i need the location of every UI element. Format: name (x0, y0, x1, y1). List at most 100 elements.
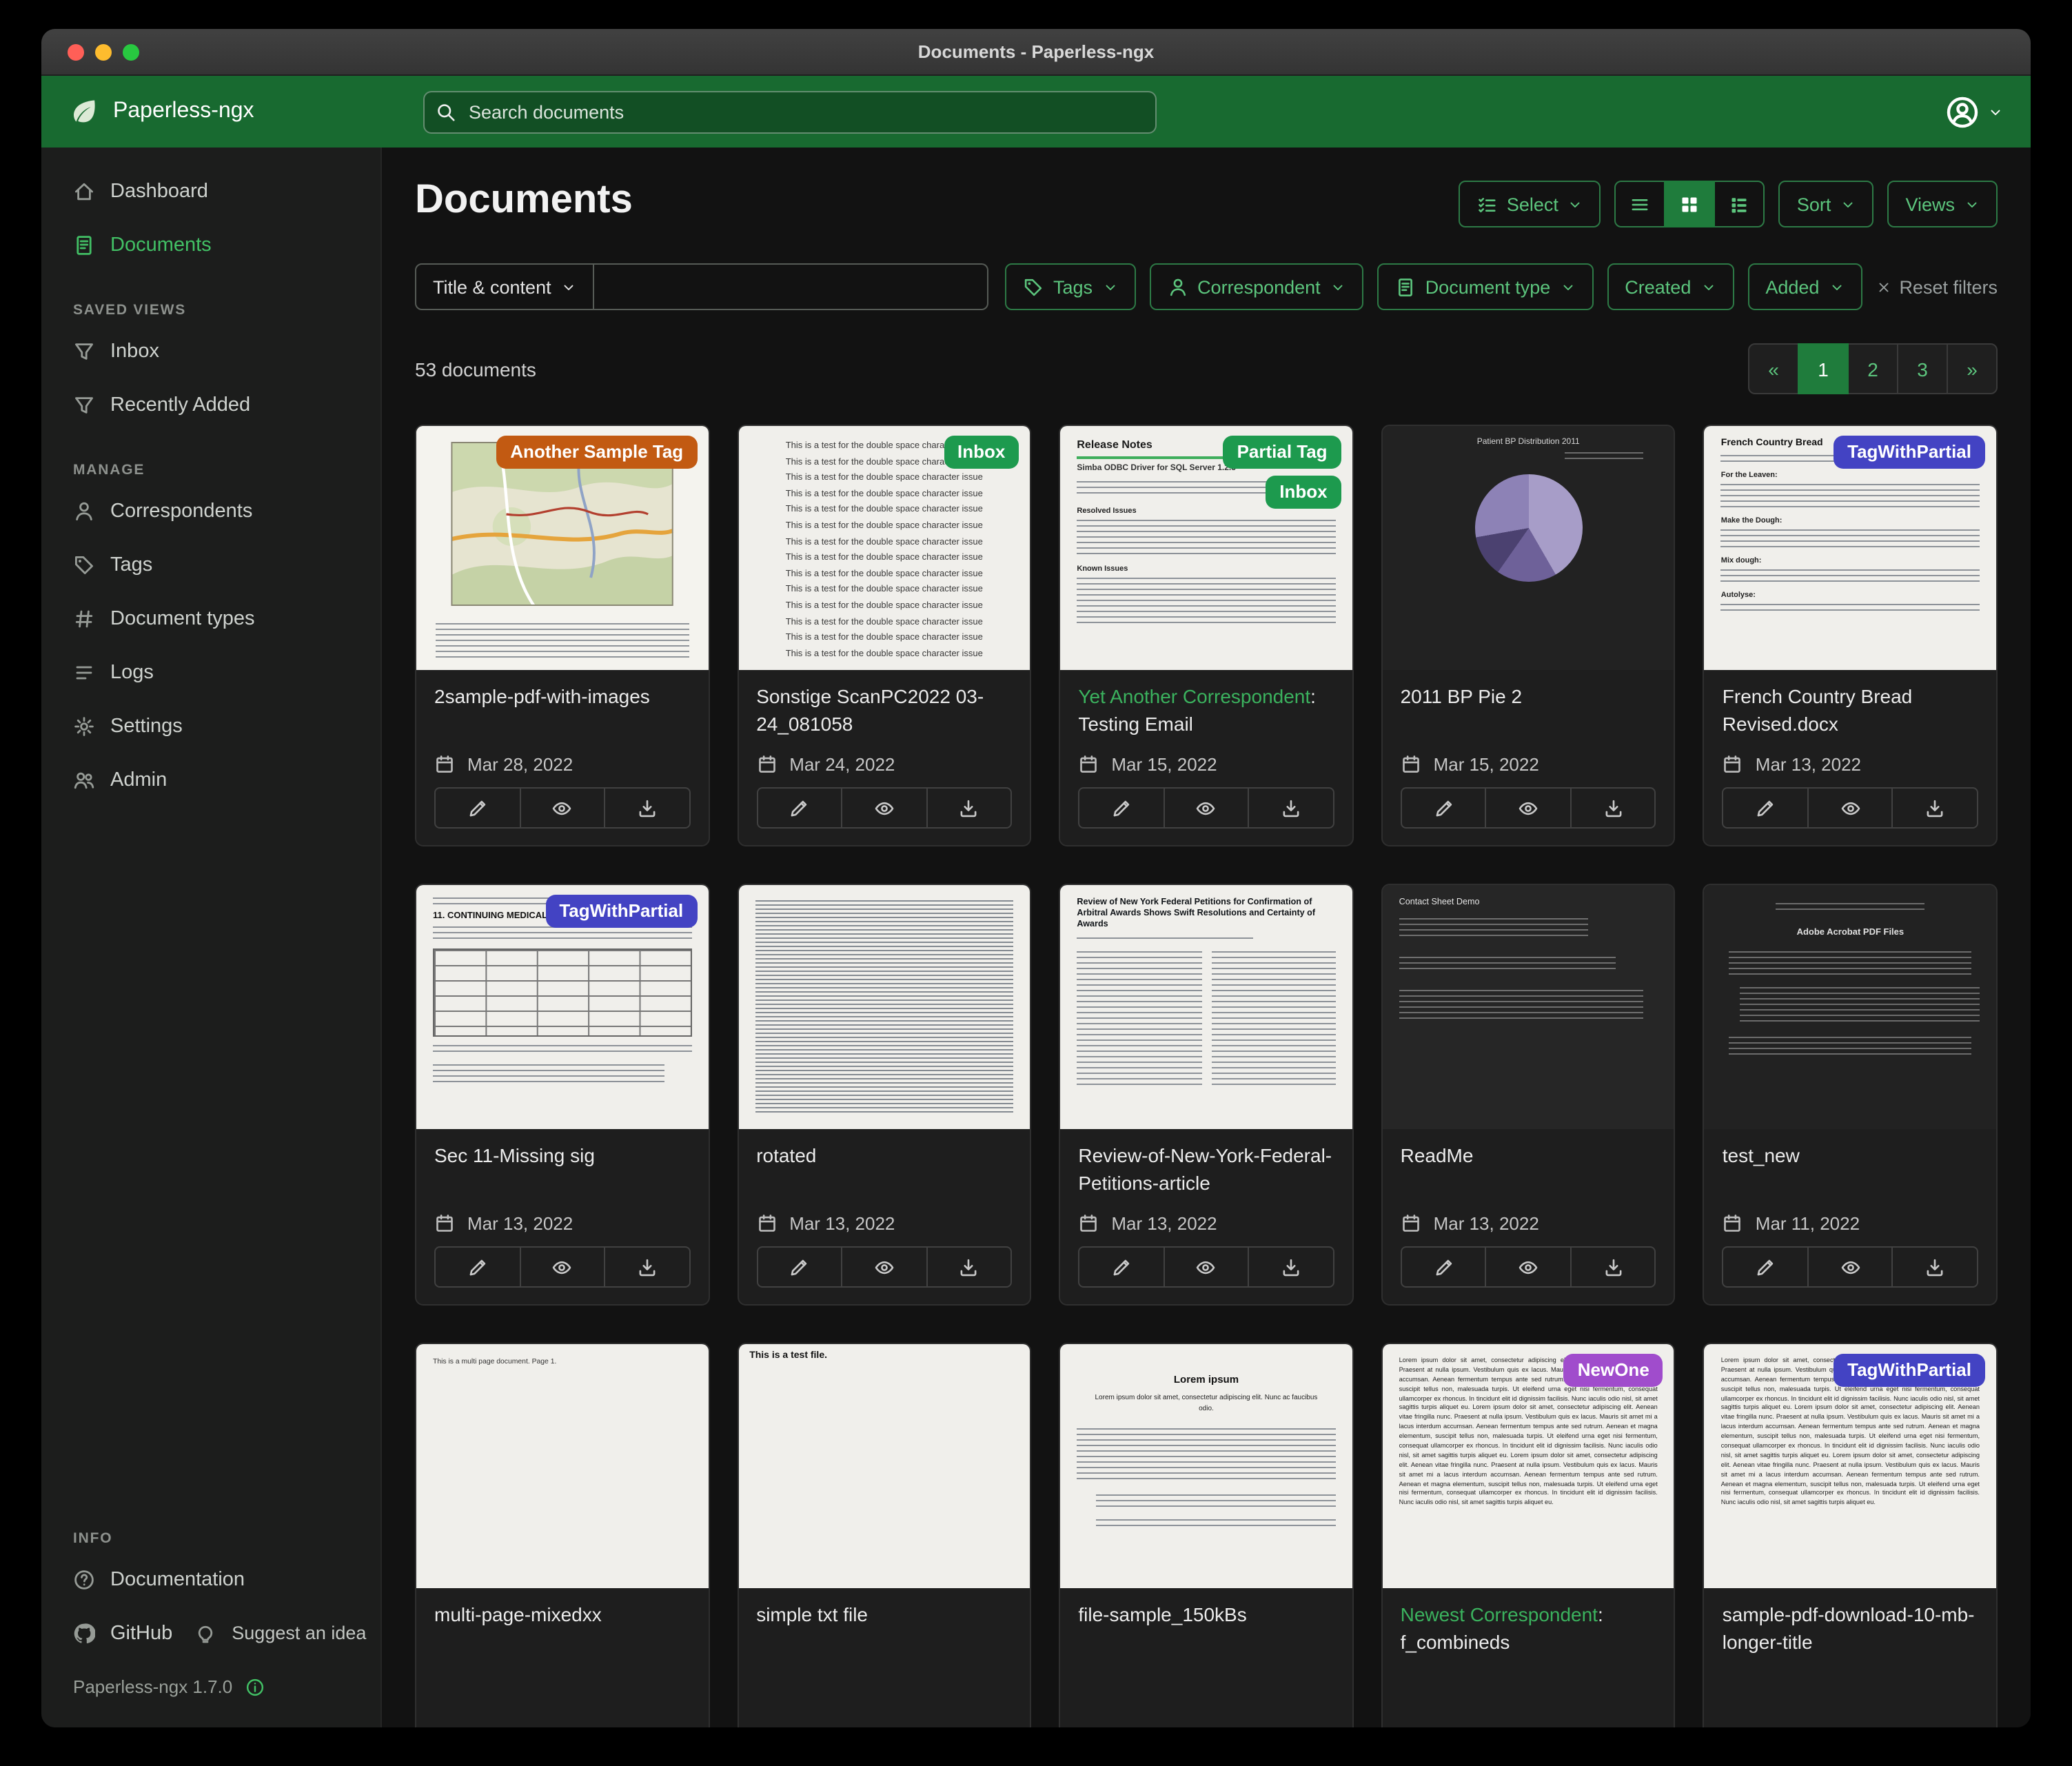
document-card[interactable]: Review of New York Federal Petitions for… (1059, 884, 1353, 1306)
document-title[interactable]: multi-page-mixedxx (434, 1602, 690, 1629)
document-title[interactable]: Sonstige ScanPC2022 03-24_081058 (756, 684, 1012, 738)
view-button[interactable] (1485, 787, 1572, 829)
tag-chip[interactable]: Inbox (1266, 476, 1341, 509)
document-thumbnail[interactable] (738, 885, 1030, 1129)
download-button[interactable] (1570, 1246, 1656, 1288)
view-button[interactable] (1807, 1246, 1893, 1288)
zoom-window-button[interactable] (123, 43, 139, 60)
view-button[interactable] (1485, 1246, 1572, 1288)
sidebar-item-tags[interactable]: Tags (41, 538, 380, 591)
document-correspondent[interactable]: Newest Correspondent (1401, 1603, 1598, 1625)
correspondent-filter-button[interactable]: Correspondent (1149, 263, 1363, 310)
document-title[interactable]: ReadMe (1401, 1143, 1656, 1170)
document-type-filter-button[interactable]: Document type (1377, 263, 1594, 310)
document-title[interactable]: test_new (1723, 1143, 1978, 1170)
grid-view-button[interactable] (1665, 181, 1716, 227)
document-title[interactable]: Newest Correspondent: f_combineds (1401, 1602, 1656, 1656)
edit-button[interactable] (756, 787, 842, 829)
tag-chip[interactable]: Another Sample Tag (496, 436, 697, 469)
minimize-window-button[interactable] (95, 43, 112, 60)
download-button[interactable] (604, 787, 690, 829)
tag-chip[interactable]: TagWithPartial (1834, 436, 1985, 469)
document-thumbnail[interactable]: This is a multi page document. Page 1. (416, 1344, 708, 1588)
title-content-dropdown[interactable]: Title & content (415, 263, 594, 310)
created-filter-button[interactable]: Created (1607, 263, 1734, 310)
document-thumbnail[interactable]: Contact Sheet Demo (1383, 885, 1674, 1129)
tag-chip[interactable]: Inbox (944, 436, 1019, 469)
document-correspondent[interactable]: Yet Another Correspondent (1078, 685, 1310, 707)
edit-button[interactable] (434, 787, 520, 829)
page-next-button[interactable]: » (1947, 343, 1998, 394)
select-button[interactable]: Select (1459, 181, 1601, 227)
sidebar-item-inbox[interactable]: Inbox (41, 324, 380, 378)
download-button[interactable] (926, 1246, 1012, 1288)
close-window-button[interactable] (68, 43, 84, 60)
download-button[interactable] (1248, 787, 1334, 829)
sidebar-item-document-types[interactable]: Document types (41, 591, 380, 645)
edit-button[interactable] (434, 1246, 520, 1288)
document-card[interactable]: Partial TagInbox Release Notes Simba ODB… (1059, 425, 1353, 846)
document-title[interactable]: 2sample-pdf-with-images (434, 684, 690, 711)
document-title[interactable]: simple txt file (756, 1602, 1012, 1629)
added-filter-button[interactable]: Added (1747, 263, 1862, 310)
edit-button[interactable] (1078, 787, 1164, 829)
info-icon[interactable] (245, 1677, 264, 1696)
view-button[interactable] (519, 1246, 605, 1288)
document-card[interactable]: This is a multi page document. Page 1. mu… (415, 1343, 709, 1727)
tag-chip[interactable]: Partial Tag (1223, 436, 1341, 469)
user-menu[interactable] (1945, 94, 2003, 129)
document-card[interactable]: TagWithPartialLorem ipsum dolor sit amet… (1703, 1343, 1998, 1727)
page-prev-button[interactable]: « (1748, 343, 1799, 394)
page-button-2[interactable]: 2 (1847, 343, 1898, 394)
document-card[interactable]: Patient BP Distribution 2011 2011 BP Pie… (1381, 425, 1676, 846)
edit-button[interactable] (1723, 787, 1809, 829)
document-card[interactable]: InboxThis is a test for the double space… (737, 425, 1031, 846)
tag-chip[interactable]: NewOne (1564, 1354, 1663, 1387)
edit-button[interactable] (1078, 1246, 1164, 1288)
document-card[interactable]: Lorem ipsum Lorem ipsum dolor sit amet, … (1059, 1343, 1353, 1727)
page-button-3[interactable]: 3 (1897, 343, 1948, 394)
download-button[interactable] (1570, 787, 1656, 829)
sidebar-item-settings[interactable]: Settings (41, 699, 380, 753)
document-thumbnail[interactable]: Patient BP Distribution 2011 (1383, 426, 1674, 670)
document-title[interactable]: file-sample_150kBs (1078, 1602, 1334, 1629)
edit-button[interactable] (1401, 1246, 1487, 1288)
tags-filter-button[interactable]: Tags (1005, 263, 1135, 310)
document-title[interactable]: Sec 11-Missing sig (434, 1143, 690, 1170)
download-button[interactable] (926, 787, 1012, 829)
search-input[interactable] (423, 90, 1157, 133)
document-thumbnail[interactable]: Review of New York Federal Petitions for… (1060, 885, 1352, 1129)
document-card[interactable]: TagWithPartial 11. CONTINUING MEDICAL ED… (415, 884, 709, 1306)
download-button[interactable] (1892, 1246, 1978, 1288)
tag-chip[interactable]: TagWithPartial (1834, 1354, 1985, 1387)
edit-button[interactable] (756, 1246, 842, 1288)
document-thumbnail[interactable]: Lorem ipsum Lorem ipsum dolor sit amet, … (1060, 1344, 1352, 1588)
download-button[interactable] (604, 1246, 690, 1288)
document-title[interactable]: French Country Bread Revised.docx (1723, 684, 1978, 738)
download-button[interactable] (1892, 787, 1978, 829)
sidebar-item-documents[interactable]: Documents (41, 218, 380, 272)
views-button[interactable]: Views (1887, 181, 1998, 227)
document-thumbnail[interactable]: This is a test file. (738, 1344, 1030, 1588)
app-brand[interactable]: Paperless-ngx (69, 97, 423, 127)
document-card[interactable]: TagWithPartial French Country Bread For … (1703, 425, 1998, 846)
filter-text-input[interactable] (594, 263, 988, 310)
view-button[interactable] (1163, 1246, 1249, 1288)
download-button[interactable] (1248, 1246, 1334, 1288)
sidebar-item-recently-added[interactable]: Recently Added (41, 378, 380, 432)
document-title[interactable]: 2011 BP Pie 2 (1401, 684, 1656, 711)
sidebar-item-admin[interactable]: Admin (41, 753, 380, 806)
tag-chip[interactable]: TagWithPartial (545, 895, 697, 928)
document-title[interactable]: rotated (756, 1143, 1012, 1170)
document-title[interactable]: Review-of-New-York-Federal-Petitions-art… (1078, 1143, 1334, 1197)
sidebar-item-dashboard[interactable]: Dashboard (41, 164, 380, 218)
document-title[interactable]: sample-pdf-download-10-mb-longer-title (1723, 1602, 1978, 1656)
document-thumbnail[interactable]: Adobe Acrobat PDF Files (1705, 885, 1996, 1129)
document-card[interactable]: Adobe Acrobat PDF Files test_newMar 11, … (1703, 884, 1998, 1306)
document-card[interactable]: Contact Sheet Demo ReadMeMar 13, 2022 (1381, 884, 1676, 1306)
document-card[interactable]: rotatedMar 13, 2022 (737, 884, 1031, 1306)
view-button[interactable] (519, 787, 605, 829)
view-button[interactable] (1163, 787, 1249, 829)
view-button[interactable] (841, 1246, 927, 1288)
sidebar-item-logs[interactable]: Logs (41, 645, 380, 699)
